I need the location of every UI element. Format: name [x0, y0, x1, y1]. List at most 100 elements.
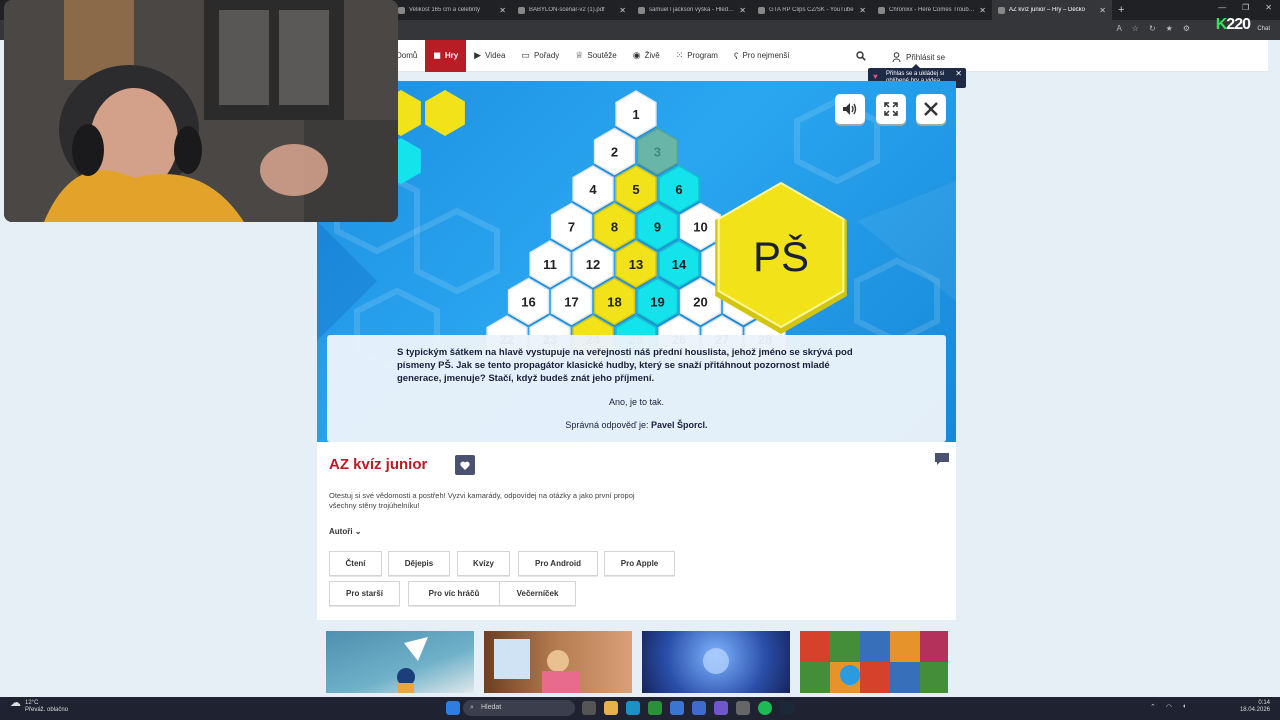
nav-item[interactable]: ♕ Soutěže	[567, 40, 624, 72]
login-button[interactable]: Přihlásit se	[892, 52, 945, 62]
hex-cell[interactable]: 6	[658, 165, 700, 214]
new-tab-icon[interactable]: +	[1118, 4, 1124, 16]
nav-item[interactable]: ▭ Pořady	[513, 40, 567, 72]
steam-icon[interactable]	[780, 701, 794, 715]
refresh-icon[interactable]: ↻	[1149, 24, 1156, 33]
hex-cell[interactable]: 2	[593, 127, 636, 177]
hex-cell[interactable]: 20	[679, 277, 722, 327]
browser-tab[interactable]: Velikost 165 cm a celebrity ✕	[392, 0, 512, 20]
nav-item[interactable]: ʕ Pro nejmenší	[726, 40, 798, 72]
volume-icon[interactable]: ◖	[1182, 703, 1186, 711]
tag-button[interactable]: Pro Apple	[604, 551, 675, 576]
restore-icon[interactable]: ❐	[1242, 3, 1249, 12]
chrome-icon[interactable]	[648, 701, 662, 715]
tab-close-icon[interactable]: ✕	[1099, 6, 1106, 15]
hex-cell[interactable]: 13	[615, 240, 657, 289]
mail-icon[interactable]	[692, 701, 706, 715]
authors-label: Autoři	[329, 527, 353, 536]
hex-cell[interactable]: 11	[529, 240, 571, 289]
hex-cell[interactable]: 12	[572, 240, 614, 289]
nav-item[interactable]: ▶ Videa	[466, 40, 513, 72]
browser-tab[interactable]: Chronixx - Here Comes Trouble (D ✕	[872, 0, 992, 20]
live-icon: ◉	[632, 50, 641, 60]
hex-cell[interactable]: 19	[636, 277, 679, 327]
app-icon[interactable]	[736, 701, 750, 715]
related-game-thumbnail[interactable]	[800, 631, 948, 693]
close-window-icon[interactable]: ✕	[1265, 3, 1272, 12]
spotify-icon[interactable]	[758, 701, 772, 715]
tag-button[interactable]: Kvízy	[457, 551, 510, 576]
close-game-button[interactable]	[916, 94, 946, 124]
search-icon[interactable]	[856, 51, 866, 61]
hex-cell[interactable]: 10	[679, 202, 722, 252]
browser-tab[interactable]: AZ kvíz junior – Hry – Déčko ✕	[992, 0, 1112, 20]
nav-item[interactable]: ⁙ Program	[668, 40, 726, 72]
heart-icon: ♥	[873, 72, 878, 81]
task-view-icon[interactable]	[582, 701, 596, 715]
hex-cell[interactable]: 1	[615, 90, 657, 139]
authors-toggle[interactable]: Autoři ⌄	[329, 527, 362, 536]
game-area[interactable]: 1234567891011121314151617181920212223242…	[317, 81, 956, 442]
tab-list: Velikost 165 cm a celebrity ✕ BABYLON-scen…	[392, 0, 1112, 20]
bookmark-icon[interactable]: ☆	[1132, 24, 1139, 33]
tab-close-icon[interactable]: ✕	[979, 6, 986, 15]
discord-icon[interactable]	[714, 701, 728, 715]
related-game-thumbnail[interactable]	[484, 631, 632, 693]
tab-close-icon[interactable]: ✕	[619, 6, 626, 15]
comment-icon[interactable]	[934, 452, 950, 466]
tag-button[interactable]: Dějepis	[388, 551, 450, 576]
tab-close-icon[interactable]: ✕	[859, 6, 866, 15]
nav-item[interactable]: ◉ Živě	[625, 40, 668, 72]
weather-widget[interactable]: ☁ 12°C Převáž. oblačno	[10, 698, 68, 714]
hex-cell[interactable]: 5	[615, 165, 657, 214]
reader-icon[interactable]: A	[1116, 24, 1121, 33]
speaker-icon	[843, 103, 857, 115]
tab-favicon-icon	[638, 6, 645, 14]
fullscreen-button[interactable]	[876, 94, 906, 124]
hex-cell[interactable]: 4	[572, 165, 614, 214]
tab-favicon-icon	[518, 6, 525, 14]
related-game-thumbnail[interactable]	[326, 631, 474, 693]
tag-button[interactable]: Večerníček	[499, 581, 576, 606]
sound-button[interactable]	[835, 94, 865, 124]
hex-cell[interactable]: 9	[636, 202, 679, 252]
store-icon[interactable]	[670, 701, 684, 715]
tag-button[interactable]: Pro Android	[518, 551, 598, 576]
tag-button[interactable]: Pro starší	[329, 581, 400, 606]
favorites-icon[interactable]: ★	[1166, 24, 1173, 33]
start-icon[interactable]	[446, 701, 460, 715]
favorite-button[interactable]	[455, 455, 475, 475]
taskbar-search[interactable]: ⌕ Hledat	[463, 700, 575, 716]
browser-tab[interactable]: samuel l jackson výška - Hledat G ✕	[632, 0, 752, 20]
tag-button[interactable]: Pro víc hráčů	[408, 581, 500, 606]
tooltip-close-icon[interactable]: ✕	[955, 70, 962, 78]
hex-number: 8	[611, 220, 618, 235]
tab-favicon-icon	[998, 6, 1005, 14]
network-icon[interactable]: ◠	[1166, 703, 1172, 711]
tab-close-icon[interactable]: ✕	[499, 6, 506, 15]
tv-icon: ▭	[521, 50, 530, 60]
nav-item[interactable]: ◼ Hry	[425, 39, 467, 72]
tag-button[interactable]: Čtení	[329, 551, 382, 576]
hex-cell[interactable]: 18	[593, 277, 636, 327]
minimize-icon[interactable]: —	[1218, 3, 1226, 12]
hex-cell[interactable]: 8	[593, 202, 636, 252]
hex-cell[interactable]: 17	[550, 277, 593, 327]
hex-cell[interactable]: 7	[550, 202, 593, 252]
browser-tab[interactable]: BABYLON-scenar-v2 (1).pdf ✕	[512, 0, 632, 20]
clock[interactable]: 0:14 18.04.2026	[1240, 700, 1270, 714]
extensions-icon[interactable]: ⚙	[1183, 24, 1190, 33]
hex-cell[interactable]: 3	[636, 127, 679, 177]
explorer-icon[interactable]	[604, 701, 618, 715]
tab-close-icon[interactable]: ✕	[739, 6, 746, 15]
related-game-thumbnail[interactable]	[642, 631, 790, 693]
hex-cell[interactable]: 14	[658, 240, 700, 289]
nav-item-label: Soutěže	[587, 51, 617, 60]
hex-cell[interactable]: 16	[507, 277, 550, 327]
chevron-up-icon[interactable]: ⌃	[1150, 703, 1156, 711]
chat-label[interactable]: Chat	[1257, 26, 1270, 32]
hex-number: 2	[611, 145, 618, 160]
browser-tab[interactable]: GTA RP Clips CZ/SK - YouTube ✕	[752, 0, 872, 20]
edge-icon[interactable]	[626, 701, 640, 715]
game-info: AZ kvíz junior Otestuj si své vědomosti …	[317, 442, 956, 620]
